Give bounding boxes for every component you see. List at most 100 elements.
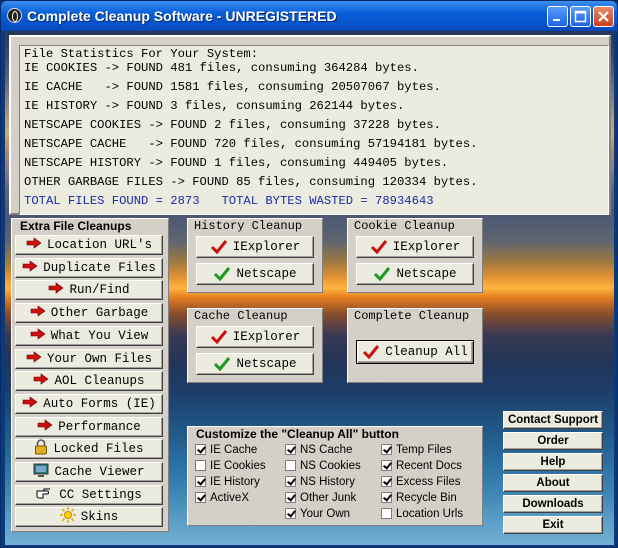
cleanup-option-checkbox[interactable]: Location Urls <box>381 508 463 520</box>
cleanup-option-checkbox[interactable]: ActiveX <box>195 492 249 504</box>
close-button[interactable] <box>593 6 614 27</box>
red-arrow-icon <box>30 328 46 344</box>
cleanup-option-checkbox[interactable]: Temp Files <box>381 444 452 456</box>
contact-support-button[interactable]: Contact Support <box>503 411 603 429</box>
checkbox-box[interactable] <box>285 492 296 503</box>
extra-cleanup-button[interactable]: Duplicate Files <box>15 257 163 278</box>
stats-panel: File Statistics For Your System: IE COOK… <box>9 35 611 215</box>
checkbox-box[interactable] <box>381 508 392 519</box>
cleanup-all-label: Cleanup All <box>385 345 468 359</box>
history-cleanup-group: History Cleanup IExplorer Netscape <box>187 218 323 293</box>
cleanup-option-checkbox[interactable]: IE Cache <box>195 444 257 456</box>
stats-total: TOTAL FILES FOUND = 2873 TOTAL BYTES WAS… <box>24 194 434 208</box>
complete-cleanup-group: Complete Cleanup Cleanup All <box>347 308 483 383</box>
title-bar[interactable]: Complete Cleanup Software - UNREGISTERED <box>1 1 617 31</box>
cache-cleanup-group: Cache Cleanup IExplorer Netscape <box>187 308 323 383</box>
checkbox-label: IE History <box>210 476 260 488</box>
history-ie-button[interactable]: IExplorer <box>196 236 314 258</box>
extra-cleanup-button[interactable]: Locked Files <box>15 439 163 460</box>
extra-cleanups-title: Extra File Cleanups <box>20 219 132 233</box>
cleanup-option-checkbox[interactable]: NS History <box>285 476 355 488</box>
cleanup-option-checkbox[interactable]: Other Junk <box>285 492 356 504</box>
cleanup-option-checkbox[interactable]: NS Cookies <box>285 460 361 472</box>
cleanup-option-checkbox[interactable]: Recycle Bin <box>381 492 457 504</box>
extra-cleanup-label: Run/Find <box>69 283 130 298</box>
checkbox-box[interactable] <box>381 492 392 503</box>
checkbox-box[interactable] <box>195 444 206 455</box>
cleanup-option-checkbox[interactable]: Excess Files <box>381 476 461 488</box>
exit-button[interactable]: Exit <box>503 516 603 534</box>
checkbox-box[interactable] <box>381 460 392 471</box>
extra-cleanup-label: Other Garbage <box>50 306 149 321</box>
checkbox-box[interactable] <box>195 492 206 503</box>
help-button[interactable]: Help <box>503 453 603 471</box>
checkbox-box[interactable] <box>381 476 392 487</box>
checkbox-box[interactable] <box>285 460 296 471</box>
extra-cleanup-label: CC Settings <box>59 487 142 502</box>
stats-line: NETSCAPE COOKIES -> FOUND 2 files, consu… <box>24 118 441 132</box>
extra-cleanup-label: Cache Viewer <box>54 465 145 479</box>
maximize-button[interactable] <box>570 6 591 27</box>
pointing-hand-icon <box>36 486 54 504</box>
extra-cleanup-button[interactable]: What You View <box>15 325 163 346</box>
cleanup-option-checkbox[interactable]: Recent Docs <box>381 460 462 472</box>
checkbox-box[interactable] <box>195 476 206 487</box>
minimize-button[interactable] <box>547 6 568 27</box>
cache-ns-label: Netscape <box>236 357 297 371</box>
history-ie-label: IExplorer <box>232 240 301 254</box>
checkbox-label: NS Cache <box>300 444 353 456</box>
extra-cleanups-group: Extra File Cleanups Location URL's Duplic… <box>11 218 169 532</box>
extra-cleanup-button[interactable]: Skins <box>15 507 163 528</box>
cache-ie-button[interactable]: IExplorer <box>196 326 314 348</box>
cleanup-option-checkbox[interactable]: Your Own <box>285 508 350 520</box>
extra-cleanup-label: Locked Files <box>53 442 144 457</box>
about-button[interactable]: About <box>503 474 603 492</box>
cookie-ie-button[interactable]: IExplorer <box>356 236 474 258</box>
cleanup-all-button[interactable]: Cleanup All <box>356 340 474 364</box>
checkbox-box[interactable] <box>285 476 296 487</box>
cleanup-option-checkbox[interactable]: NS Cache <box>285 444 352 456</box>
checkbox-label: Your Own <box>300 508 351 520</box>
checkbox-box[interactable] <box>381 444 392 455</box>
extra-cleanup-button[interactable]: Your Own Files <box>15 348 163 369</box>
red-arrow-icon <box>37 419 53 435</box>
history-ns-button[interactable]: Netscape <box>196 263 314 285</box>
extra-cleanup-label: Auto Forms (IE) <box>43 396 156 411</box>
red-check-icon <box>370 240 387 255</box>
cookie-cleanup-title: Cookie Cleanup <box>354 219 455 233</box>
cleanup-option-checkbox[interactable]: IE Cookies <box>195 460 266 472</box>
client-area: File Statistics For Your System: IE COOK… <box>5 31 614 545</box>
order-button[interactable]: Order <box>503 432 603 450</box>
padlock-icon <box>34 439 48 459</box>
cache-ie-label: IExplorer <box>232 330 301 344</box>
extra-cleanup-button[interactable]: Auto Forms (IE) <box>15 393 163 414</box>
cookie-cleanup-group: Cookie Cleanup IExplorer Netscape <box>347 218 483 293</box>
history-cleanup-title: History Cleanup <box>194 219 303 233</box>
stats-line: NETSCAPE CACHE -> FOUND 720 files, consu… <box>24 137 478 151</box>
extra-cleanup-button[interactable]: CC Settings <box>15 484 163 505</box>
checkbox-label: IE Cache <box>210 444 258 456</box>
app-icon[interactable] <box>7 8 22 23</box>
sun-icon <box>59 507 76 527</box>
stats-line: IE COOKIES -> FOUND 481 files, consuming… <box>24 61 419 75</box>
downloads-button[interactable]: Downloads <box>503 495 603 513</box>
cleanup-option-checkbox[interactable]: IE History <box>195 476 260 488</box>
checkbox-box[interactable] <box>285 444 296 455</box>
history-ns-label: Netscape <box>236 267 297 281</box>
customize-group: Customize the "Cleanup All" button IE Ca… <box>187 426 483 526</box>
extra-cleanup-button[interactable]: Location URL's <box>15 235 163 255</box>
extra-cleanup-button[interactable]: Run/Find <box>15 280 163 301</box>
extra-cleanup-button[interactable]: Other Garbage <box>15 303 163 324</box>
stats-line: IE CACHE -> FOUND 1581 files, consuming … <box>24 80 441 94</box>
app-window: Complete Cleanup Software - UNREGISTERED… <box>0 0 618 548</box>
extra-cleanup-button[interactable]: Performance <box>15 416 163 437</box>
checkbox-label: Location Urls <box>396 508 464 520</box>
extra-cleanup-button[interactable]: Cache Viewer <box>15 462 163 482</box>
checkbox-box[interactable] <box>285 508 296 519</box>
checkbox-label: NS History <box>300 476 355 488</box>
cookie-ns-button[interactable]: Netscape <box>356 263 474 285</box>
extra-cleanup-button[interactable]: AOL Cleanups <box>15 371 163 392</box>
extra-cleanup-label: Your Own Files <box>46 351 153 366</box>
checkbox-box[interactable] <box>195 460 206 471</box>
cache-ns-button[interactable]: Netscape <box>196 353 314 375</box>
